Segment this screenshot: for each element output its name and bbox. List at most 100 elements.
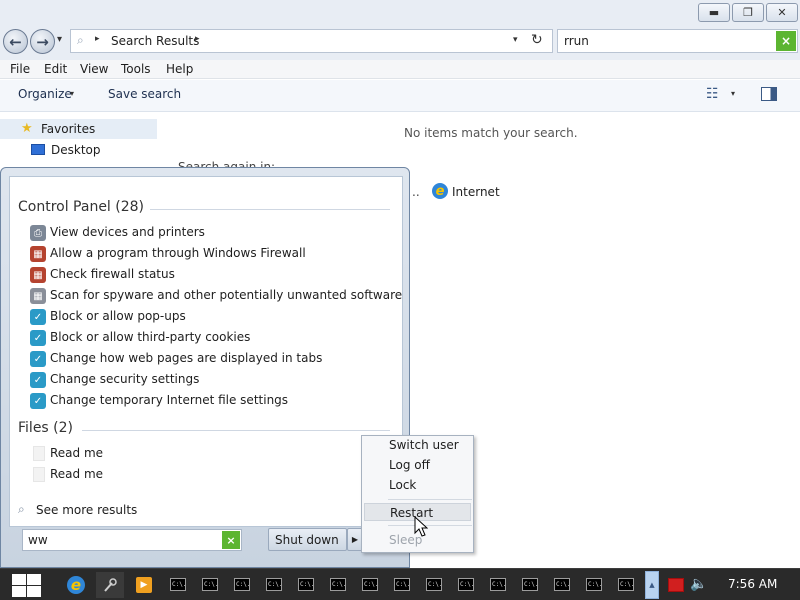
files-group-title[interactable]: Files (2) (18, 420, 73, 436)
result-view-devices-printers[interactable]: ⎙ View devices and printers (30, 223, 390, 243)
result-label: Change how web pages are displayed in ta… (50, 351, 323, 365)
taskbar-cmd-window[interactable]: C:\. (580, 574, 608, 596)
taskbar-cmd-window[interactable]: C:\. (260, 574, 288, 596)
clear-search-button[interactable]: × (776, 31, 796, 51)
back-button[interactable]: ← (3, 29, 28, 54)
internet-options-icon: ✓ (30, 372, 46, 388)
taskbar-cmd-window[interactable]: C:\. (356, 574, 384, 596)
speaker-icon[interactable]: 🔈 (690, 576, 707, 592)
forward-button[interactable]: → (30, 29, 55, 54)
taskbar-media-player[interactable]: ▶ (130, 572, 158, 598)
taskbar-cmd-window[interactable]: C:\. (452, 574, 480, 596)
address-bar[interactable]: ⌕ ▸ Search Results ▸ ▾ ↻ (70, 29, 553, 53)
search-input-value[interactable]: rrun (564, 34, 589, 48)
menu-item-log-off[interactable]: Log off (364, 456, 471, 474)
taskbar-cmd-window[interactable]: C:\. (388, 574, 416, 596)
taskbar-cmd-window[interactable]: C:\. (164, 574, 192, 596)
sidebar-item-favorites[interactable]: ★ Favorites (0, 119, 157, 139)
start-menu: Control Panel (28) ⎙ View devices and pr… (0, 167, 410, 568)
windows-logo-icon (27, 586, 41, 597)
minimize-button[interactable]: ▬ (698, 3, 730, 22)
maximize-icon: ❐ (743, 6, 753, 19)
shut-down-label: Shut down (275, 533, 339, 547)
command-prompt-icon: C:\. (202, 578, 218, 591)
taskbar-scroll-button[interactable]: ▲ (645, 571, 659, 599)
search-results-panel: Control Panel (28) ⎙ View devices and pr… (9, 176, 403, 527)
breadcrumb-separator-trailing[interactable]: ▸ (195, 34, 200, 44)
result-temp-files[interactable]: ✓ Change temporary Internet file setting… (30, 391, 390, 411)
preview-pane-icon[interactable] (761, 87, 777, 101)
chevron-up-icon: ▲ (649, 581, 655, 589)
taskbar-cmd-window[interactable]: C:\. (324, 574, 352, 596)
taskbar-cmd-window[interactable]: C:\. (196, 574, 224, 596)
result-tabs-display[interactable]: ✓ Change how web pages are displayed in … (30, 349, 390, 369)
media-player-icon: ▶ (136, 577, 152, 593)
start-search-value[interactable]: ww (28, 533, 48, 547)
result-security-settings[interactable]: ✓ Change security settings (30, 370, 390, 390)
taskbar-cmd-window[interactable]: C:\. (548, 574, 576, 596)
clear-start-search-button[interactable]: × (222, 531, 240, 549)
refresh-icon[interactable]: ↻ (531, 32, 543, 48)
view-options-icon[interactable]: ☷ (706, 86, 719, 102)
taskbar-cmd-window[interactable]: C:\. (516, 574, 544, 596)
file-label: Read me (50, 467, 104, 481)
menu-view[interactable]: View (80, 62, 108, 76)
menu-file[interactable]: File (10, 62, 30, 76)
taskbar-cmd-window[interactable]: C:\. (292, 574, 320, 596)
taskbar-cmd-window[interactable]: C:\. (420, 574, 448, 596)
result-block-popups[interactable]: ✓ Block or allow pop-ups (30, 307, 390, 327)
menu-item-lock[interactable]: Lock (364, 476, 471, 494)
recent-pages-button[interactable]: ▾ (57, 34, 62, 45)
command-prompt-icon: C:\. (618, 578, 634, 591)
maximize-button[interactable]: ❐ (732, 3, 764, 22)
group-divider (82, 430, 390, 431)
navigation-bar: ← → ▾ ⌕ ▸ Search Results ▸ ▾ ↻ rrun × (0, 26, 800, 60)
start-button[interactable] (10, 572, 42, 598)
taskbar-cmd-window[interactable]: C:\. (484, 574, 512, 596)
sidebar-item-desktop[interactable]: Desktop (0, 140, 157, 160)
title-bar: ▬ ❐ ✕ (0, 0, 800, 26)
clock[interactable]: 7:56 AM (728, 577, 777, 591)
control-panel-group-title[interactable]: Control Panel (28) (18, 199, 144, 215)
address-dropdown-icon[interactable]: ▾ (513, 35, 518, 45)
breadcrumb-search-results[interactable]: Search Results (111, 34, 199, 48)
taskbar-cmd-window[interactable]: C:\. (612, 574, 640, 596)
command-prompt-icon: C:\. (458, 578, 474, 591)
internet-options-icon: ✓ (30, 393, 46, 409)
taskbar-cmd-window[interactable]: C:\. (228, 574, 256, 596)
internet-options-icon: ✓ (30, 309, 46, 325)
result-check-firewall-status[interactable]: ▦ Check firewall status (30, 265, 390, 285)
file-result-read-me[interactable]: Read me (30, 444, 230, 464)
menu-help[interactable]: Help (166, 62, 193, 76)
taskbar-internet-explorer[interactable]: e (62, 572, 90, 598)
menu-item-switch-user[interactable]: Switch user (364, 436, 471, 454)
close-button[interactable]: ✕ (766, 3, 798, 22)
chevron-down-icon[interactable]: ▾ (70, 89, 74, 98)
view-chevron-down-icon[interactable]: ▾ (731, 89, 735, 98)
search-input[interactable]: rrun × (557, 29, 798, 53)
see-more-label: See more results (36, 503, 138, 517)
command-bar: Organize ▾ Save search ☷ ▾ (0, 80, 800, 112)
command-prompt-icon: C:\. (298, 578, 314, 591)
desktop-icon (31, 144, 45, 155)
result-block-cookies[interactable]: ✓ Block or allow third-party cookies (30, 328, 390, 348)
command-prompt-icon: C:\. (234, 578, 250, 591)
breadcrumb-separator[interactable]: ▸ (95, 34, 100, 44)
result-label: View devices and printers (50, 225, 205, 239)
result-label: Block or allow third-party cookies (50, 330, 251, 344)
organize-button[interactable]: Organize (18, 87, 72, 101)
menu-tools[interactable]: Tools (121, 62, 151, 76)
command-prompt-icon: C:\. (554, 578, 570, 591)
start-search-input[interactable]: ww × (22, 529, 242, 551)
menu-edit[interactable]: Edit (44, 62, 67, 76)
action-center-flag-icon[interactable] (668, 578, 684, 592)
command-prompt-icon: C:\. (490, 578, 506, 591)
shut-down-button[interactable]: Shut down (268, 528, 347, 551)
search-folder-icon: ⌕ (77, 33, 84, 47)
result-scan-spyware[interactable]: ▦ Scan for spyware and other potentially… (30, 286, 402, 306)
save-search-button[interactable]: Save search (108, 87, 181, 101)
result-allow-program-firewall[interactable]: ▦ Allow a program through Windows Firewa… (30, 244, 390, 264)
group-divider (150, 209, 390, 210)
file-result-read-me-2[interactable]: Read me (30, 465, 230, 485)
taskbar-pinned-tool[interactable] (96, 572, 124, 598)
